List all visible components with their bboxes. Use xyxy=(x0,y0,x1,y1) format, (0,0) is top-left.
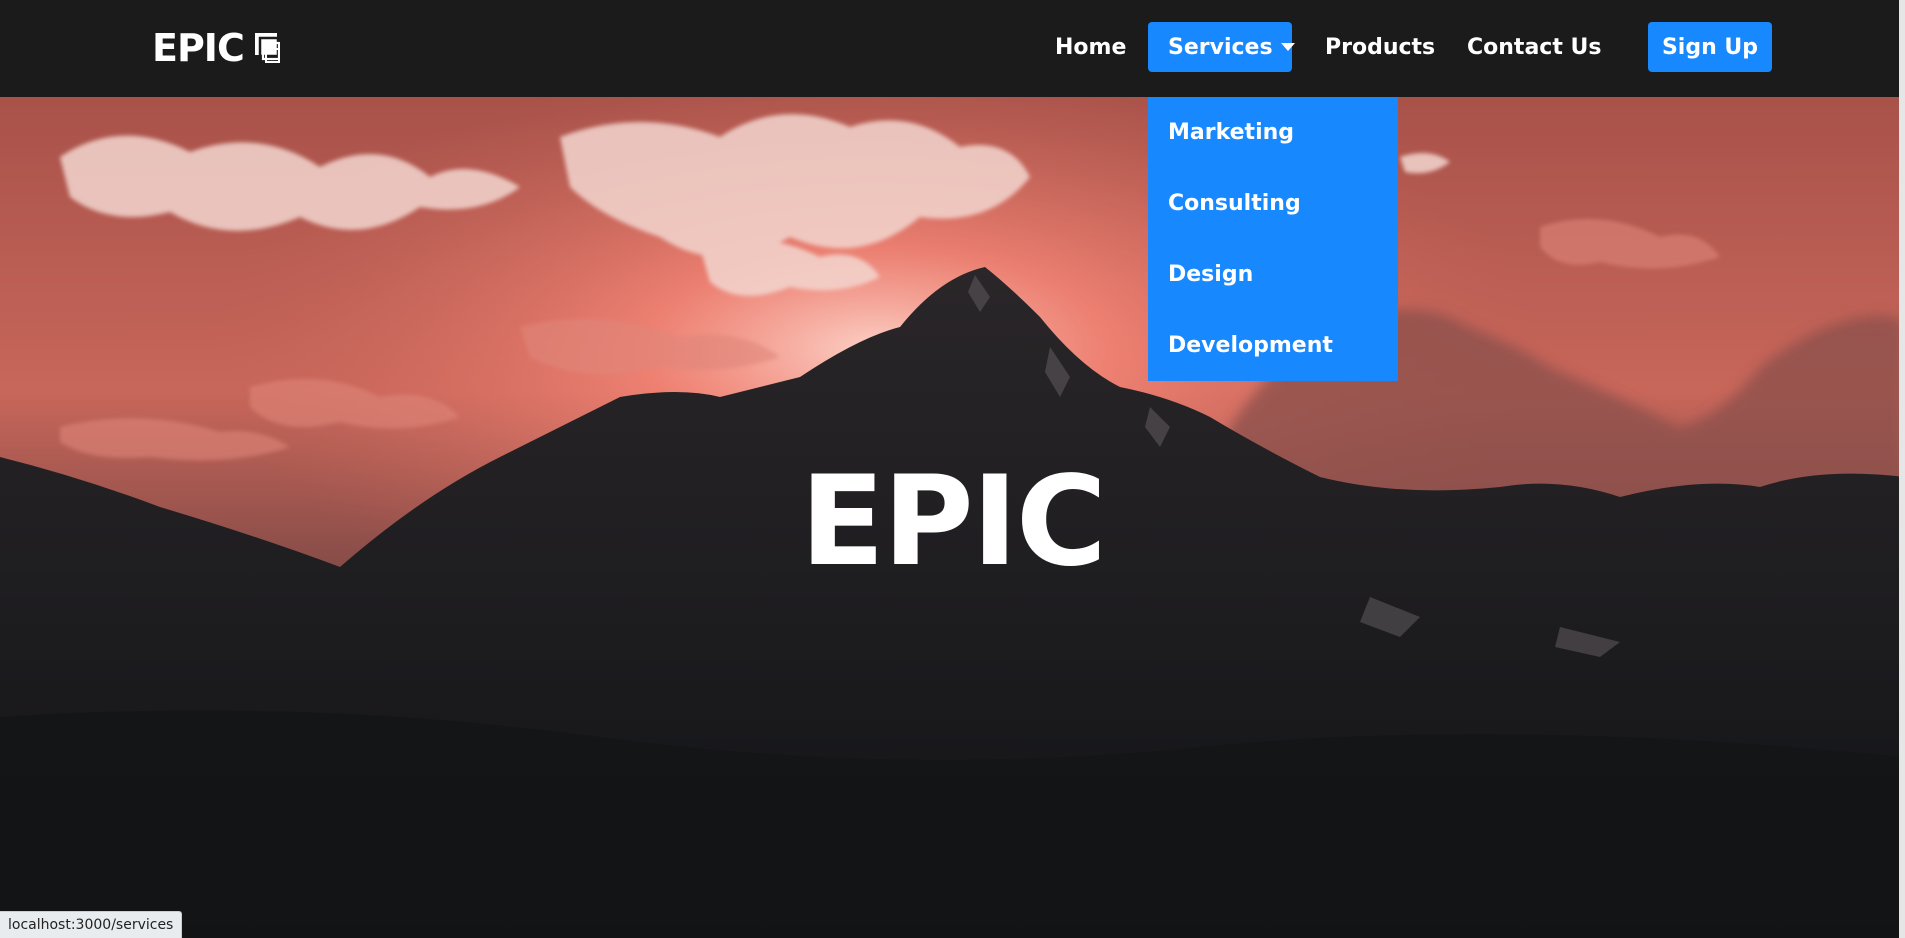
dropdown-item-development[interactable]: Development xyxy=(1148,310,1398,381)
layered-squares-icon xyxy=(254,32,280,64)
nav-services-label: Services xyxy=(1168,34,1273,60)
navbar: EPIC Home Services Products Contact Us S… xyxy=(0,0,1905,97)
status-bar-url: localhost:3000/services xyxy=(0,911,183,938)
nav-services-link[interactable]: Services xyxy=(1148,22,1295,72)
dropdown-item-consulting[interactable]: Consulting xyxy=(1148,168,1398,239)
caret-down-icon xyxy=(1280,43,1295,51)
dropdown-item-design[interactable]: Design xyxy=(1148,239,1398,310)
nav-contact-link[interactable]: Contact Us xyxy=(1467,22,1601,72)
logo-text: EPIC xyxy=(152,26,245,70)
dropdown-item-marketing[interactable]: Marketing xyxy=(1148,97,1398,168)
hero-title: EPIC xyxy=(800,450,1107,594)
nav-home-link[interactable]: Home xyxy=(1055,22,1126,72)
page: EPIC EPIC Home Services Products Contact… xyxy=(0,0,1905,938)
hero-section: EPIC xyxy=(0,97,1905,938)
scrollbar[interactable] xyxy=(1899,0,1905,938)
logo-link[interactable]: EPIC xyxy=(152,23,280,73)
nav-products-link[interactable]: Products xyxy=(1325,22,1435,72)
services-dropdown-menu: Marketing Consulting Design Development xyxy=(1148,97,1398,381)
sign-up-button[interactable]: Sign Up xyxy=(1648,22,1772,72)
